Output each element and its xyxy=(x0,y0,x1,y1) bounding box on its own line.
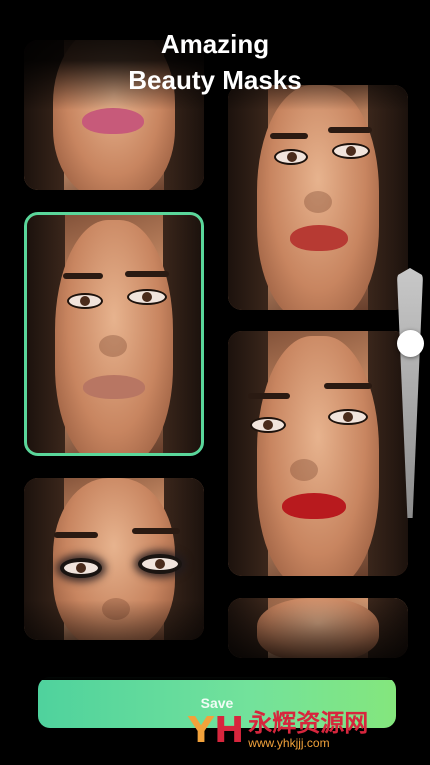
eye-left xyxy=(67,293,103,309)
face-shape xyxy=(256,335,380,576)
title-line-2: Beauty Masks xyxy=(128,65,302,95)
page-title: Amazing Beauty Masks xyxy=(0,26,430,98)
title-line-1: Amazing xyxy=(160,29,270,59)
lips-shape xyxy=(82,108,144,134)
lips-shape xyxy=(83,375,145,399)
intensity-slider-knob[interactable] xyxy=(397,330,424,357)
watermark: YH 永辉资源网 www.yhkjjj.com xyxy=(188,700,428,760)
watermark-logo: YH xyxy=(188,709,245,751)
brow-left xyxy=(54,532,98,538)
nose-shape xyxy=(304,191,332,213)
eye-left xyxy=(60,558,102,578)
brow-right xyxy=(328,127,372,133)
brow-right xyxy=(324,383,372,389)
eye-right xyxy=(328,409,368,425)
bottom-fade-overlay xyxy=(0,600,430,680)
eye-left xyxy=(250,417,286,433)
watermark-text: 永辉资源网 www.yhkjjj.com xyxy=(248,710,368,750)
nose-shape xyxy=(99,335,127,357)
mask-card-classic-red-lips[interactable] xyxy=(228,331,408,576)
nose-shape xyxy=(290,459,318,481)
brow-right xyxy=(132,528,180,534)
mask-card-natural-nude[interactable] xyxy=(24,212,204,456)
lips-shape xyxy=(290,225,348,251)
brow-left xyxy=(63,273,103,279)
eye-right xyxy=(332,143,370,159)
watermark-url: www.yhkjjj.com xyxy=(248,736,330,750)
brow-left xyxy=(270,133,308,139)
mask-card-red-glossy-lips[interactable] xyxy=(228,85,408,310)
eye-left xyxy=(274,149,308,165)
eye-right xyxy=(127,289,167,305)
eye-right xyxy=(138,554,182,574)
brow-left xyxy=(248,393,290,399)
watermark-chinese: 永辉资源网 xyxy=(248,709,369,737)
lips-shape xyxy=(282,493,346,519)
brow-right xyxy=(125,271,169,277)
